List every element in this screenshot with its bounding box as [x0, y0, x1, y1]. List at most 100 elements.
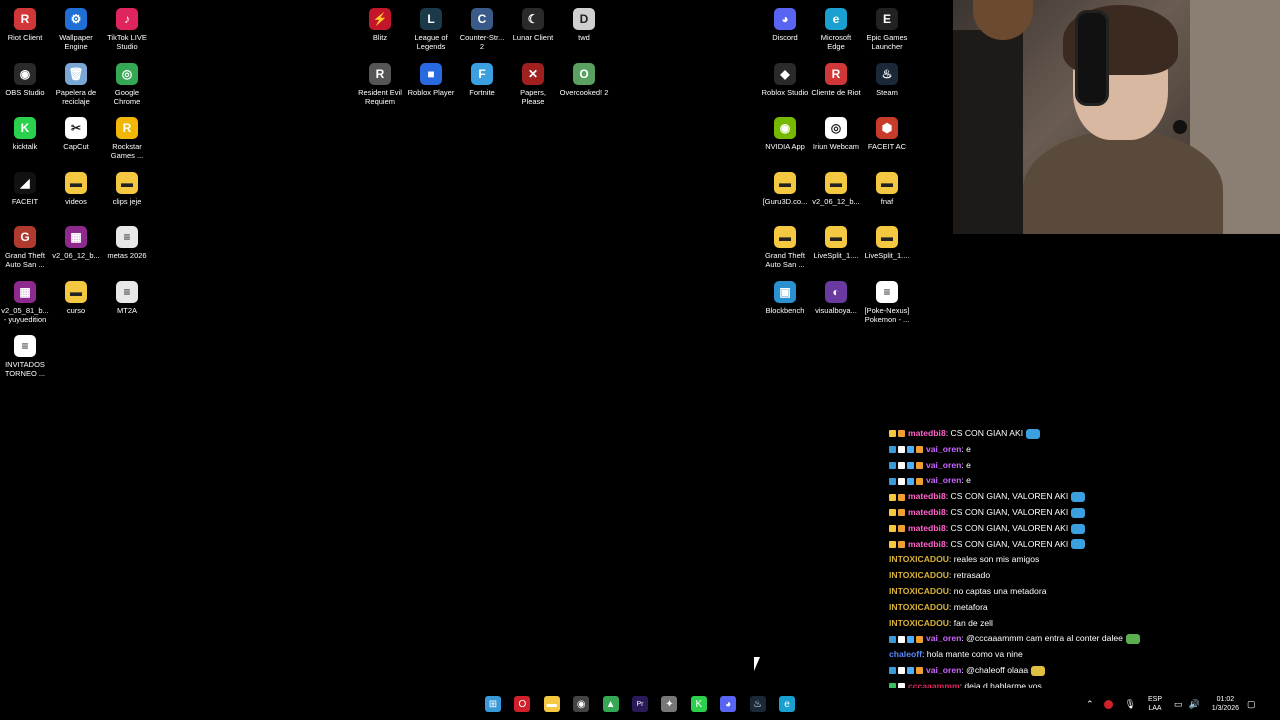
shortcut-label: videos [65, 196, 87, 206]
desktop-shortcut[interactable]: 🗑 Papelera de reciclaje [51, 55, 101, 106]
desktop-shortcut[interactable]: ▬ [Guru3D.co... [760, 164, 810, 206]
network-icon[interactable]: ▭ [1174, 699, 1183, 710]
chat-username: INTOXICADOU [889, 570, 950, 581]
shortcut-label: LiveSplit_1.... [813, 251, 859, 260]
steam-icon[interactable]: ♨ [749, 696, 766, 712]
notifications-icon[interactable]: ▢ [1247, 699, 1256, 710]
windows-start-icon[interactable]: ⊞ [485, 696, 501, 712]
folder-icon: ▬ [825, 171, 847, 194]
edge-icon[interactable]: e [779, 696, 795, 712]
kicktalk-icon[interactable]: K [690, 696, 707, 712]
chat-message: vai_oren: e [889, 458, 1219, 474]
document-icon: ≡ [116, 226, 138, 248]
folder-icon: ▬ [876, 171, 898, 194]
chat-badges [889, 525, 905, 533]
desktop-shortcut[interactable]: ✕ Papers, Please [508, 55, 558, 106]
chat-text: : reales son mis amigos [949, 554, 1040, 565]
chat-text: : hola mante como va nine [921, 649, 1023, 660]
chevron-up-icon[interactable]: ⌃ [1086, 699, 1094, 710]
desktop-shortcut[interactable]: Kkicktalk [0, 109, 50, 151]
desktop-shortcut[interactable]: ≡ INVITADOS TORNEO ... [0, 327, 50, 378]
desktop-shortcut[interactable]: ⚙ Wallpaper Engine [51, 0, 101, 51]
desktop-shortcut[interactable]: O Overcooked! 2 [559, 55, 609, 97]
language-indicator[interactable]: ESP LAA [1148, 695, 1162, 713]
chat-badge-icon [889, 446, 896, 454]
desktop-shortcut[interactable]: ≡ metas 2026 [102, 218, 152, 260]
desktop-shortcut[interactable]: ◐ visualboya... [811, 273, 861, 315]
shortcut-label: Papelera de reciclaje [55, 87, 97, 106]
desktop-shortcut[interactable]: ▦ v2_05_81_b... - yuyuedition [0, 273, 50, 324]
desktop-shortcut[interactable]: R Resident Evil Requiem [355, 55, 405, 106]
shortcut-label: Blockbench [765, 305, 805, 315]
desktop-shortcut[interactable]: ♨ Steam [862, 55, 912, 97]
desktop-shortcut[interactable]: ◉ OBS Studio [0, 55, 50, 97]
chat-message: matedbi8: CS CON GIAN, VALOREN AKI [889, 537, 1219, 553]
desktop-shortcut[interactable]: F Fortnite [457, 55, 507, 97]
chat-text: : @chaleoff olaaa [961, 664, 1029, 675]
desktop-shortcut[interactable]: ◢ FACEIT [0, 164, 50, 206]
desktop-shortcut[interactable]: R Rockstar Games ... [102, 109, 152, 160]
desktop-shortcut[interactable]: ▦ v2_06_12_b... [51, 218, 101, 260]
desktop-shortcut[interactable]: ▣ Blockbench [760, 273, 810, 315]
obs-studio-icon[interactable]: ◉ [573, 696, 590, 712]
desktop-shortcut[interactable]: ▬ LiveSplit_1.... [862, 218, 912, 260]
microphone-icon [1173, 120, 1187, 134]
volume-icon[interactable]: 🔊 [1189, 699, 1200, 710]
desktop-shortcut[interactable]: ▬ fnaf [862, 164, 912, 206]
desktop-shortcut[interactable]: G Grand Theft Auto San ... [0, 218, 50, 269]
desktop-shortcut[interactable]: ⚡ Blitz [355, 0, 405, 42]
riot-client-icon: R [14, 8, 36, 30]
desktop-shortcut[interactable]: ▬ clips jeje [102, 164, 152, 206]
desktop-shortcut[interactable]: ◆ Roblox Studio [760, 55, 810, 97]
desktop-shortcut[interactable]: ◎ Iriun Webcam [811, 109, 861, 151]
chat-badge-icon [898, 477, 905, 485]
desktop-shortcut[interactable]: R Riot Client [0, 0, 50, 42]
desktop-shortcut[interactable]: ■ Roblox Player [406, 55, 456, 97]
desktop-shortcut[interactable]: E Epic Games Launcher [862, 0, 912, 51]
chat-badge-icon [889, 635, 896, 643]
headset [1075, 10, 1109, 106]
clock[interactable]: 01:02 1/3/2026 [1212, 695, 1239, 713]
premiere-pro-icon[interactable]: Pr [632, 696, 648, 712]
file-explorer-icon[interactable]: ▬ [543, 696, 560, 712]
chat-badge-icon [889, 667, 896, 675]
desktop-shortcut[interactable]: ⬢ FACEIT AC [862, 109, 912, 151]
desktop-shortcut[interactable]: ▬ LiveSplit_1.... [811, 218, 861, 260]
shortcut-label: Roblox Player [407, 87, 455, 97]
shortcut-label: OBS Studio [5, 87, 45, 97]
desktop-shortcut[interactable]: ≡ MT2A [102, 273, 152, 315]
desktop-shortcut[interactable]: ◕ Discord [760, 0, 810, 42]
desktop-shortcut[interactable]: ☾ Lunar Client [508, 0, 558, 42]
chat-badge-icon [889, 493, 896, 501]
chat-badge-icon [889, 430, 896, 438]
chat-badge-icon [898, 493, 905, 501]
wallpaper-engine-icon: ⚙ [65, 8, 87, 30]
desktop-shortcut[interactable]: ▬ Grand Theft Auto San ... [760, 218, 810, 269]
desktop-shortcut[interactable]: C Counter-Str... 2 [457, 0, 507, 51]
desktop-shortcut[interactable]: ▬ curso [51, 273, 101, 315]
desktop-shortcut[interactable]: ◎ Google Chrome [102, 55, 152, 106]
desktop-shortcut[interactable]: R Cliente de Riot [811, 55, 861, 97]
desktop-shortcut[interactable]: ✂ CapCut [51, 109, 101, 151]
folder-icon: ▬ [116, 171, 138, 194]
discord-icon[interactable]: ◕ [720, 696, 737, 712]
shortcut-label: Iriun Webcam [812, 142, 860, 151]
desktop-shortcut[interactable]: ♪ TikTok LIVE Studio [102, 0, 152, 51]
desktop-shortcut[interactable]: ≡ [Poke-Nexus] Pokemon - ... [862, 273, 912, 324]
discord-icon: ◕ [774, 8, 796, 30]
google-drive-icon[interactable]: ▲ [602, 696, 619, 712]
desktop-shortcut[interactable]: ▬ videos [51, 164, 101, 206]
tray-app-icon[interactable] [1103, 699, 1113, 709]
opera-gx-icon[interactable]: O [514, 696, 531, 712]
desktop-shortcut[interactable]: Dtwd [559, 0, 609, 42]
desktop-shortcut[interactable]: ◉ NVIDIA App [760, 109, 810, 151]
microphone-tray-icon[interactable]: 🎙 [1125, 699, 1136, 710]
settings-app-icon[interactable]: ✦ [661, 696, 678, 712]
taskbar: ⌃ 🎙 ESP LAA ▭ 🔊 01:02 1/3/2026 ▢ ⊞ O ▬ ◉ ▲ Pr… [0, 688, 1280, 720]
desktop-shortcut[interactable]: ▬ v2_06_12_b... [811, 164, 861, 206]
clock-time: 01:02 [1216, 696, 1235, 703]
chat-text: : CS CON GIAN, VALOREN AKI [945, 506, 1069, 517]
desktop-shortcut[interactable]: e Microsoft Edge [811, 0, 861, 51]
desktop-shortcut[interactable]: L League of Legends [406, 0, 456, 51]
blitz-icon: ⚡ [369, 8, 391, 30]
